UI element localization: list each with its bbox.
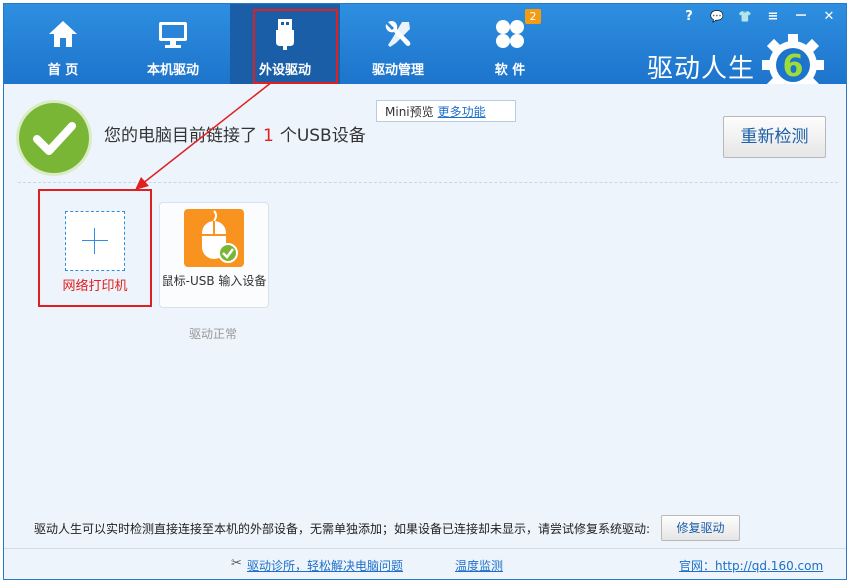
annotation-arrow xyxy=(135,81,273,190)
main-window: 首 页 本机驱动 外设驱动 驱动管理 软 件 2 ? 💬 👕 ≡ － ✕ 驱动人… xyxy=(3,3,847,580)
